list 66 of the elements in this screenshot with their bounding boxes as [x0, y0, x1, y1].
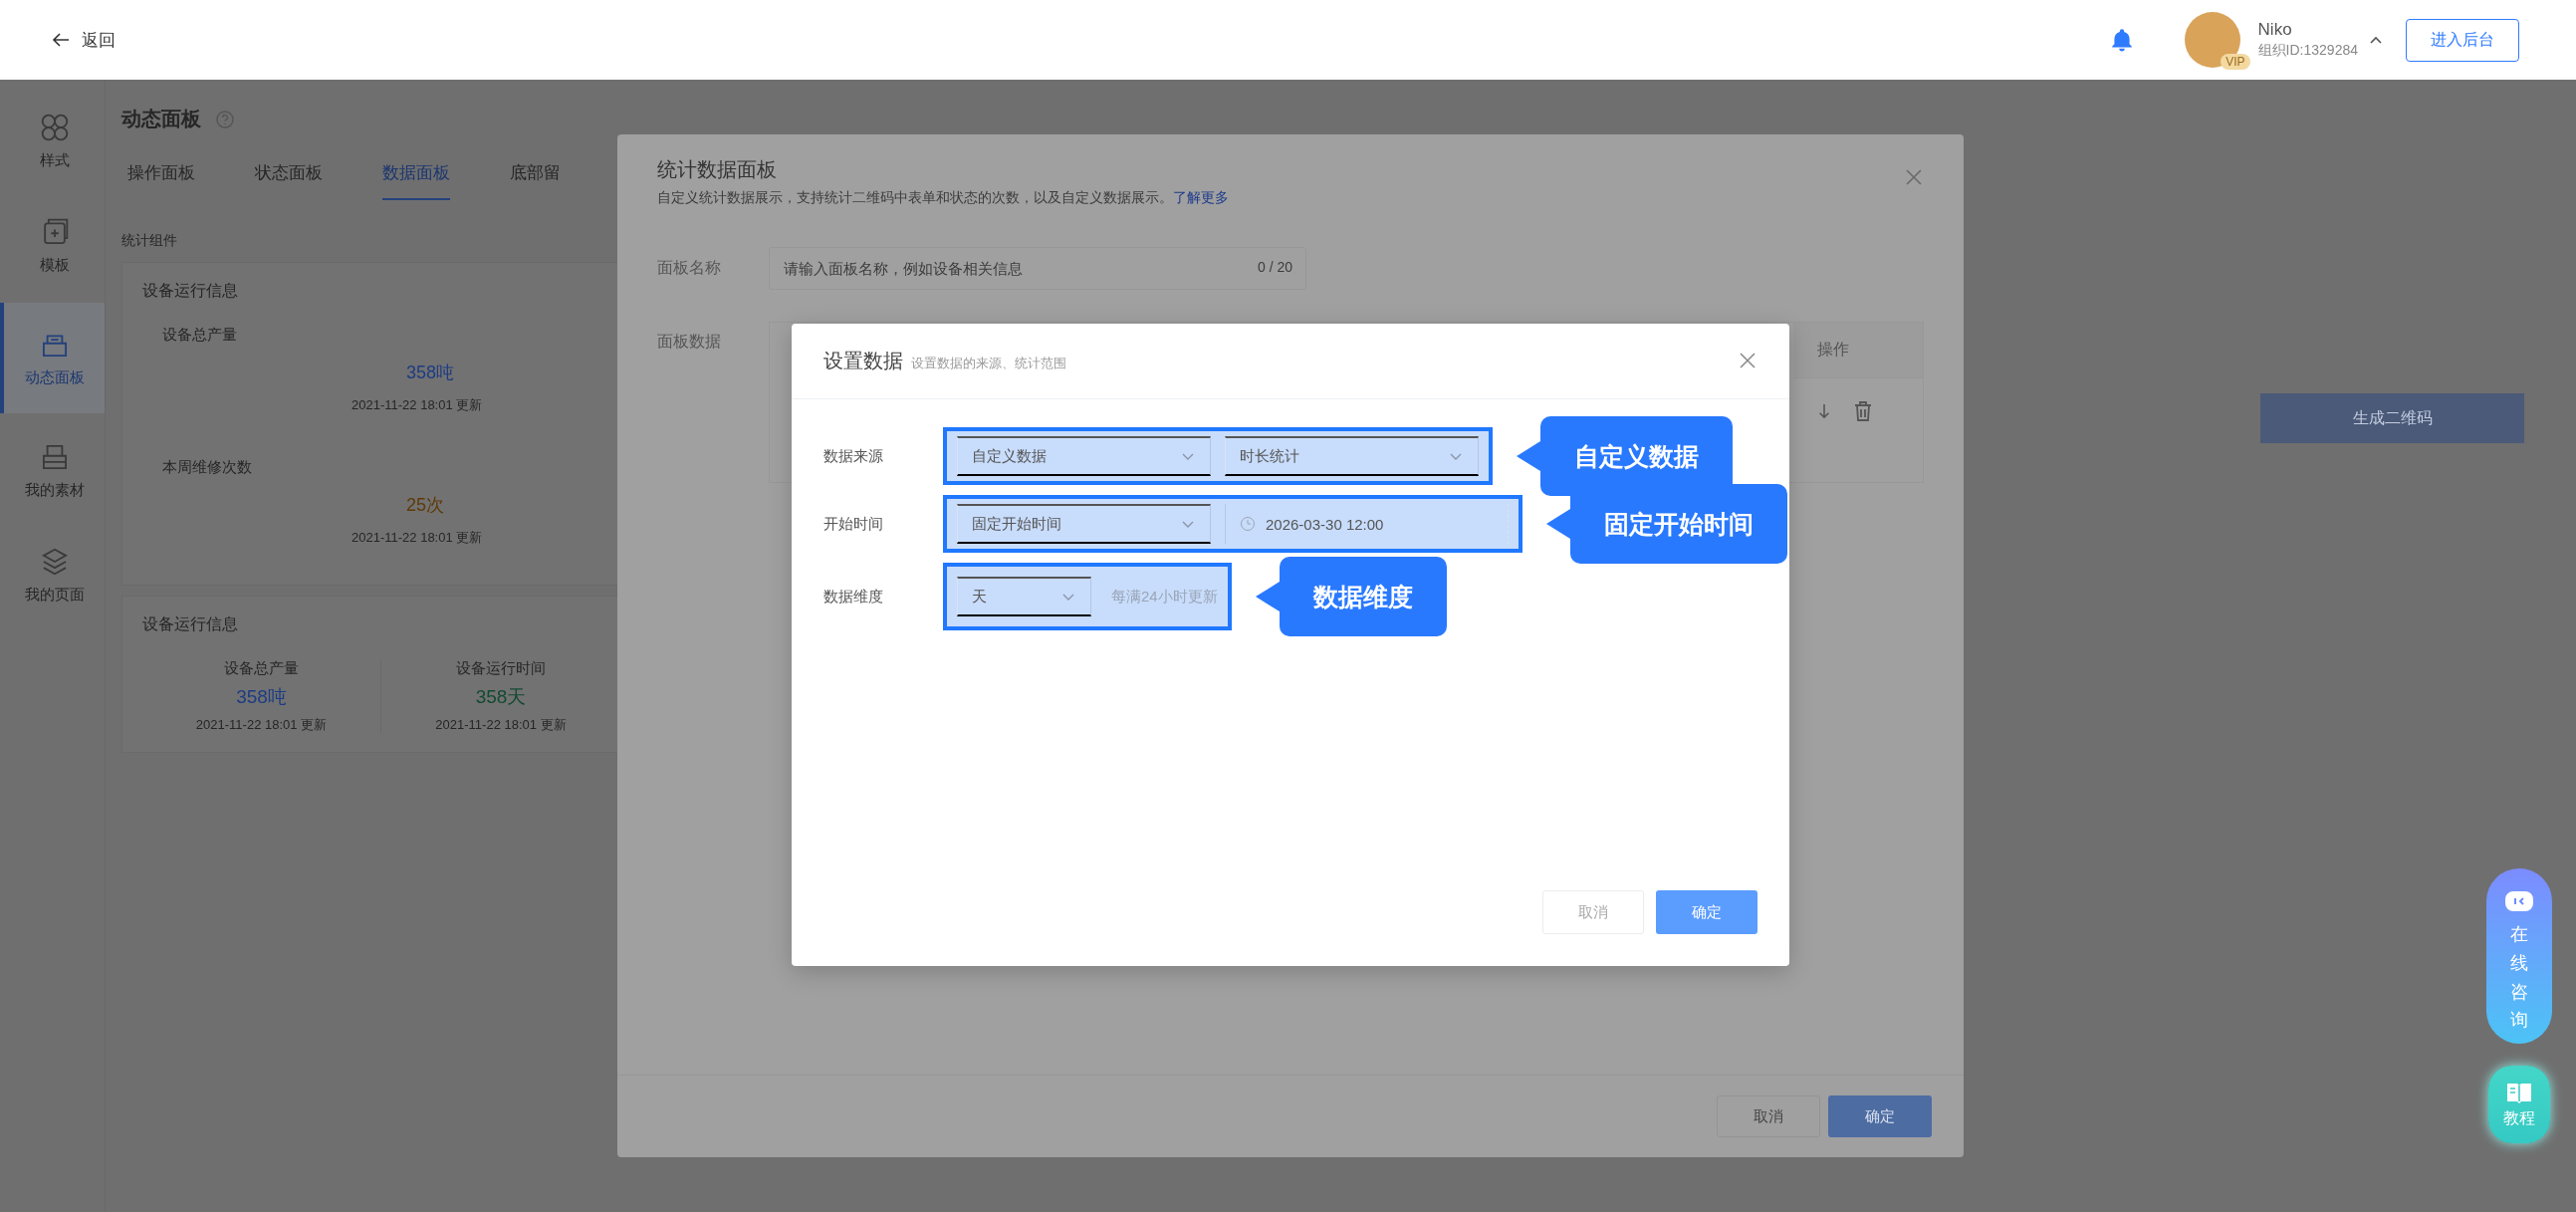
confirm-button[interactable]: 确定 [1828, 1095, 1932, 1137]
metric-label: 设备运行时间 [456, 659, 546, 678]
section-label: 统计组件 [121, 232, 177, 248]
callout-pointer [1546, 509, 1570, 539]
cancel-button[interactable]: 取消 [1542, 890, 1644, 934]
metric-value: 358吨 [236, 685, 287, 709]
field-label: 开始时间 [823, 514, 884, 534]
sidebar-item[interactable]: 动态面板 [0, 303, 105, 413]
clock-icon [1240, 516, 1256, 532]
metric-label: 设备总产量 [162, 326, 237, 345]
metric-label: 本周维修次数 [162, 458, 252, 477]
metric-value: 358天 [475, 685, 527, 709]
vip-badge: VIP [2221, 54, 2250, 70]
callout-pointer [1517, 441, 1540, 471]
close-icon [1738, 350, 1757, 370]
field-label: 数据维度 [823, 587, 884, 606]
tab[interactable]: 数据面板 [382, 160, 450, 200]
update-time: 2021-11-22 18:01 更新 [195, 716, 328, 734]
close-icon [1904, 166, 1924, 187]
admin-button[interactable]: 进入后台 [2406, 18, 2519, 62]
field-label: 数据来源 [823, 446, 884, 466]
online-consult-button[interactable]: 在线咨询 [2486, 868, 2552, 1044]
field-label: 面板名称 [657, 258, 722, 278]
dropdown[interactable]: 自定义数据 [957, 436, 1211, 476]
metric-value: 358吨 [406, 362, 455, 384]
trash-icon [1853, 400, 1873, 422]
sidebar-item[interactable]: 我的页面 [0, 528, 105, 622]
tab[interactable]: 操作面板 [127, 160, 195, 200]
metric-label: 设备总产量 [224, 659, 299, 678]
tab[interactable]: 状态面板 [255, 160, 323, 200]
update-time: 2021-11-22 18:01 更新 [351, 396, 483, 414]
update-time: 2021-11-22 18:01 更新 [435, 716, 567, 734]
robot-icon [2504, 890, 2534, 912]
column-header: 操作 [1817, 340, 1849, 360]
sidebar-item[interactable]: 模板 [0, 198, 105, 293]
tutorial-button[interactable]: 教程 [2488, 1066, 2550, 1143]
confirm-button[interactable]: 确定 [1656, 890, 1757, 934]
page-title: 动态面板 [121, 107, 201, 131]
cancel-button[interactable]: 取消 [1717, 1095, 1820, 1137]
modal-title: 设置数据 [823, 349, 903, 373]
sidebar-item[interactable]: 我的素材 [0, 423, 105, 518]
dropdown[interactable]: 时长统计 [1225, 436, 1479, 476]
modal-title: 统计数据面板 [657, 157, 778, 182]
metric-value: 25次 [406, 494, 445, 517]
card-title: 设备运行信息 [142, 281, 239, 301]
back-button[interactable]: 返回 [52, 28, 116, 52]
callout-pointer [1255, 582, 1280, 611]
callout: 数据维度 [1279, 557, 1447, 636]
org-id: 组织ID:1329284 [2257, 41, 2358, 60]
card-title: 设备运行信息 [142, 614, 239, 634]
sidebar-item[interactable]: 样式 [0, 94, 105, 188]
user-name: Niko [2257, 20, 2293, 40]
update-time: 2021-11-22 18:01 更新 [351, 529, 483, 547]
dropdown[interactable]: 固定开始时间 [957, 504, 1211, 544]
help-icon [215, 109, 235, 129]
modal-subtitle: 设置数据的来源、统计范围 [911, 354, 1066, 372]
arrow-down-icon [1817, 401, 1831, 421]
dropdown[interactable]: 天 [957, 577, 1091, 616]
field-label: 面板数据 [657, 332, 722, 352]
generate-qr-button[interactable]: 生成二维码 [2260, 393, 2524, 443]
panel-description: 自定义统计数据展示，支持统计二维码中表单和状态的次数，以及自定义数据展示。了解更多 [657, 189, 1230, 207]
char-counter: 0 / 20 [1257, 259, 1292, 275]
tab[interactable]: 底部留 [510, 160, 561, 200]
callout: 固定开始时间 [1570, 484, 1787, 564]
date-time-field[interactable]: 2026-03-30 12:00 [1225, 504, 1509, 544]
learn-more-link[interactable]: 了解更多 [1173, 189, 1229, 205]
